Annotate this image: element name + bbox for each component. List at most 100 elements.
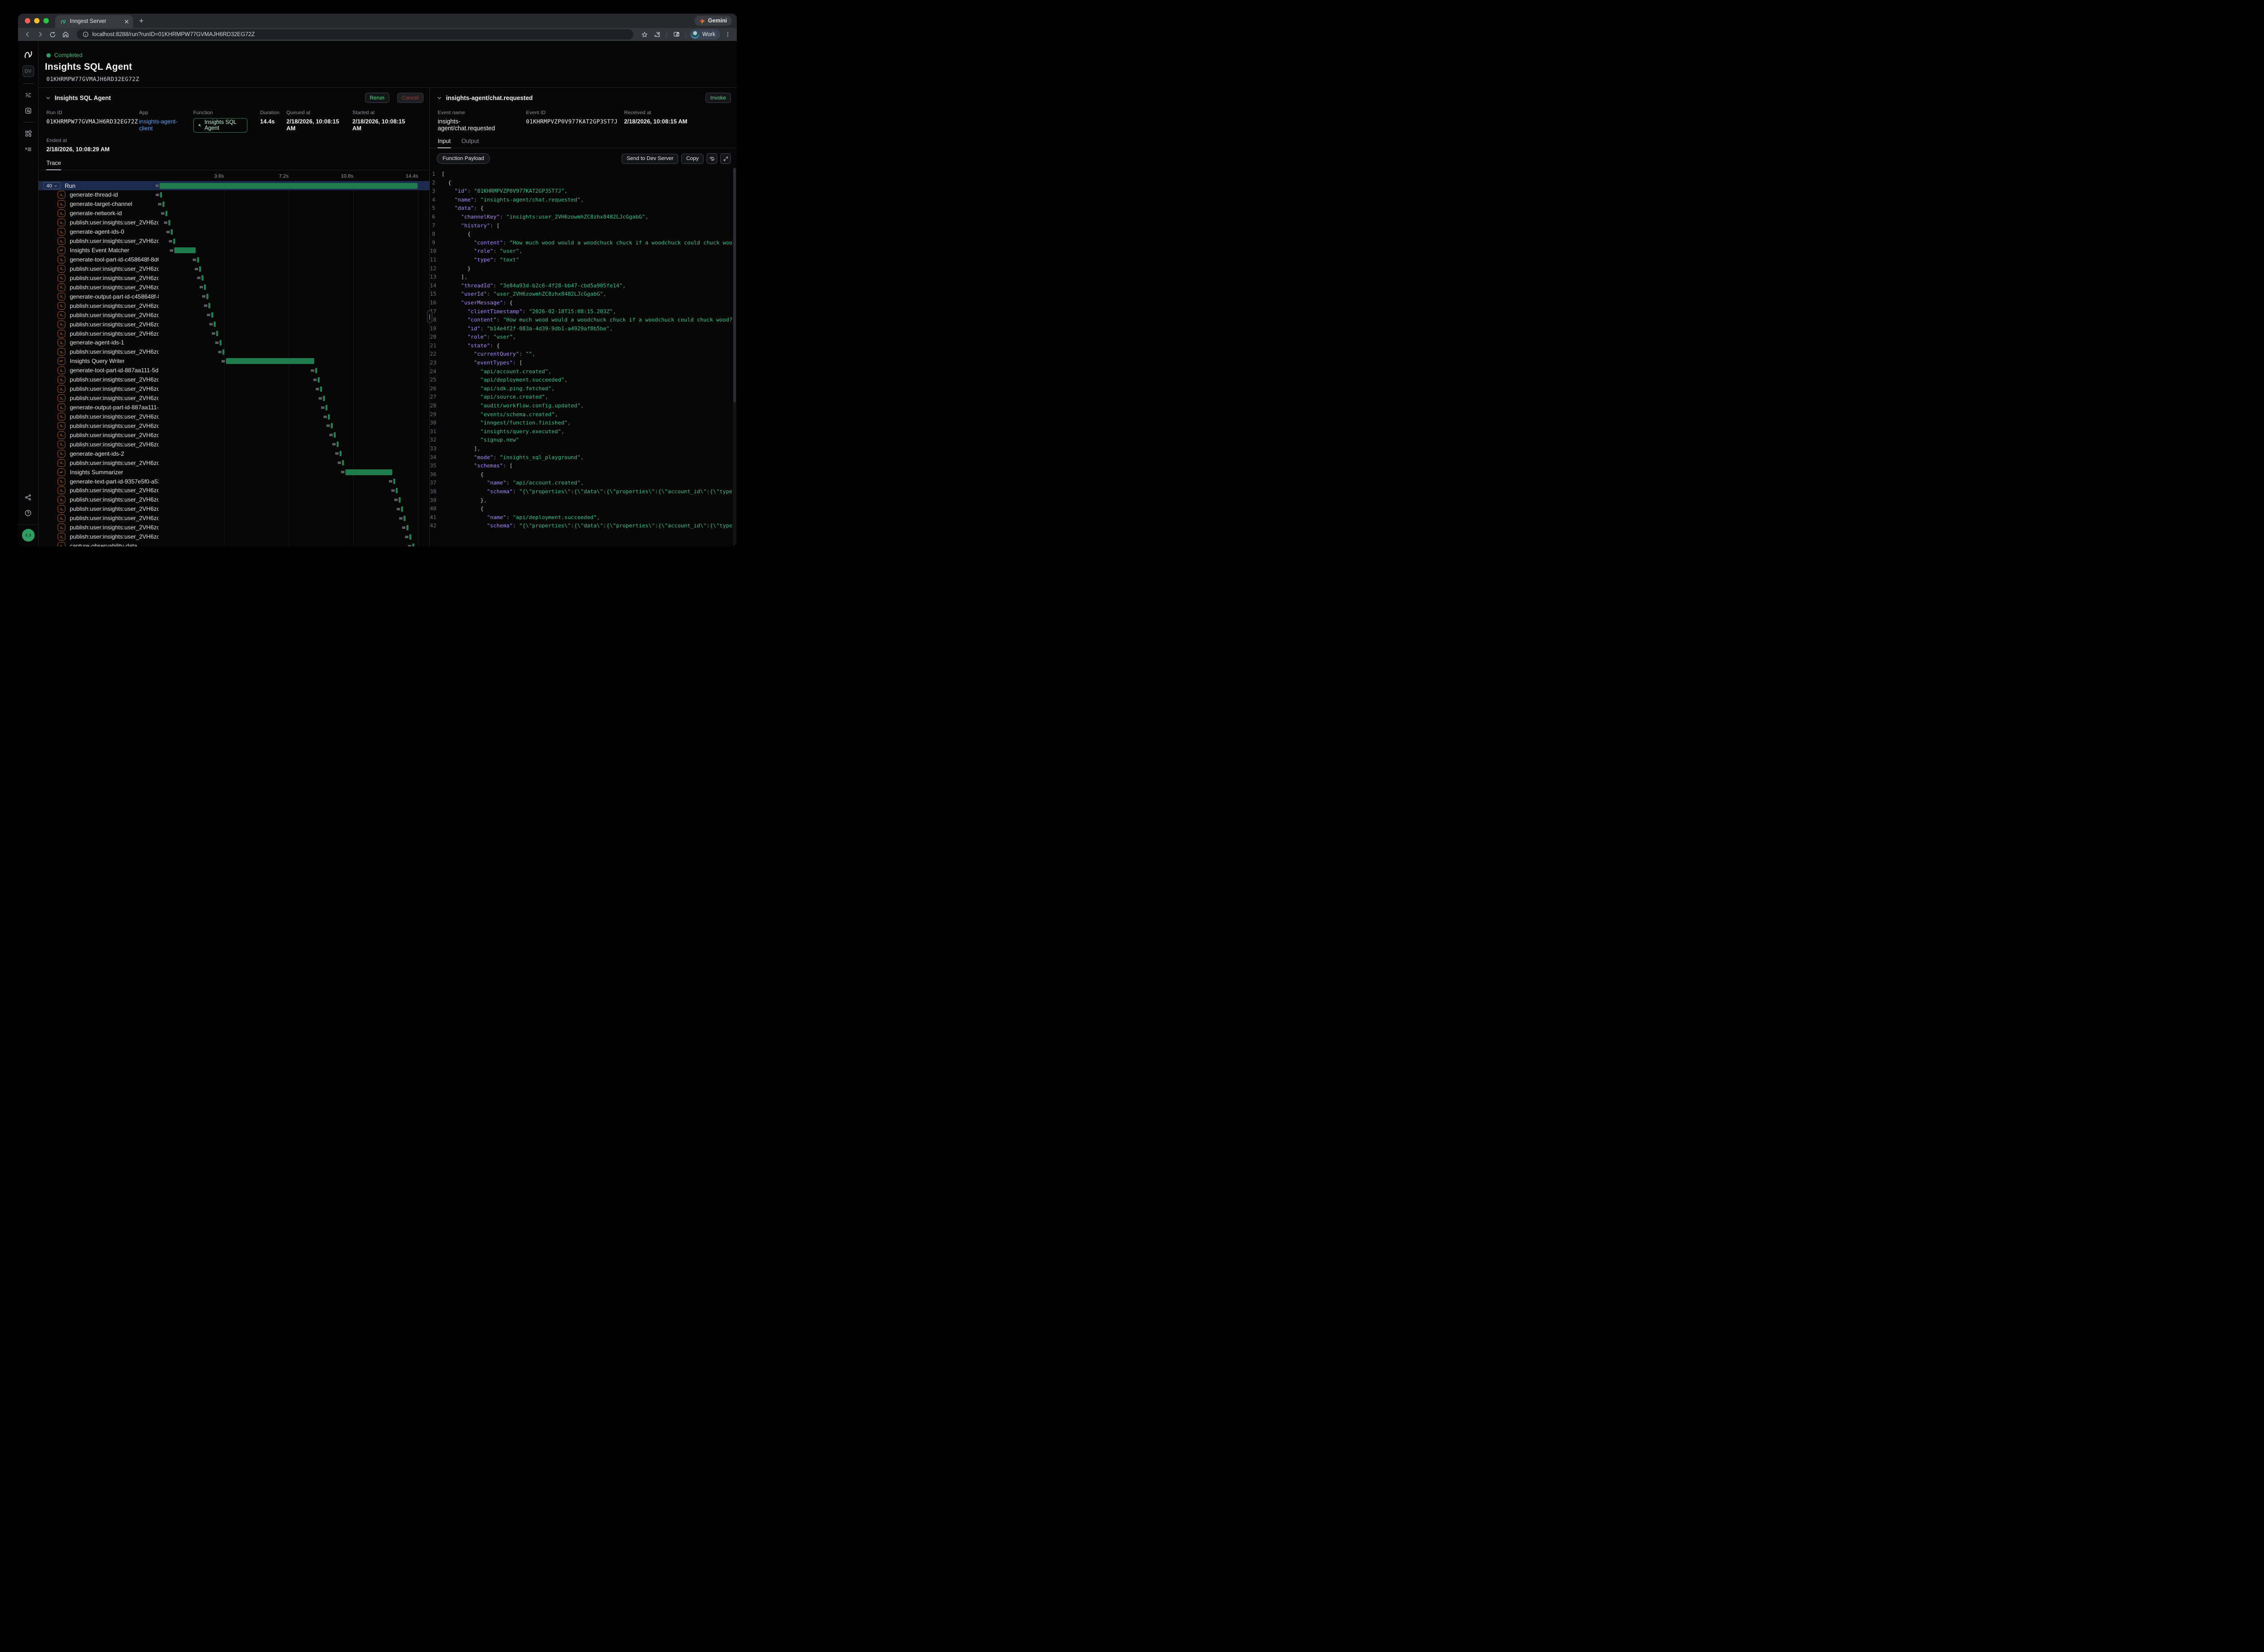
trace-row[interactable]: publish:user:insights:user_2VH6zowmh... xyxy=(39,347,429,357)
trace-row[interactable]: generate-agent-ids-2 xyxy=(39,449,429,458)
collapse-event-icon[interactable] xyxy=(437,95,442,101)
trace-row[interactable]: Insights Summarizer xyxy=(39,467,429,477)
runs-list-icon[interactable] xyxy=(22,89,35,101)
trace-row[interactable]: publish:user:insights:user_2VH6zowmh... xyxy=(39,495,429,504)
copy-button[interactable]: Copy xyxy=(681,154,704,164)
terminal-list-icon[interactable] xyxy=(22,143,35,156)
trace-row[interactable]: generate-network-id xyxy=(39,209,429,218)
rerun-button[interactable]: Rerun xyxy=(365,93,389,103)
function-pill[interactable]: Insights SQL Agent xyxy=(193,118,247,133)
trace-row[interactable]: Insights Event Matcher xyxy=(39,246,429,255)
event-search-icon[interactable] xyxy=(22,104,35,117)
trace-row[interactable]: generate-target-channel xyxy=(39,200,429,209)
home-icon[interactable] xyxy=(60,29,71,40)
function-payload-button[interactable]: Function Payload xyxy=(437,153,490,164)
trace-row[interactable]: publish:user:insights:user_2VH6zowmh... xyxy=(39,440,429,449)
word-wrap-icon[interactable] xyxy=(707,153,717,164)
trace-row[interactable]: generate-text-part-id-9357e5f0-a530-4... xyxy=(39,477,429,486)
pane-resize-handle[interactable] xyxy=(427,310,432,323)
trace-row[interactable]: publish:user:insights:user_2VH6zowmh... xyxy=(39,282,429,292)
trace-row[interactable]: generate-output-part-id-c458648f-8d6... xyxy=(39,292,429,301)
trace-row[interactable]: publish:user:insights:user_2VH6zowmh... xyxy=(39,237,429,246)
line-number: 12 xyxy=(430,264,442,273)
run-children-count[interactable]: 40 xyxy=(43,182,61,189)
trace-row[interactable]: publish:user:insights:user_2VH6zowmh... xyxy=(39,218,429,227)
code-line: 10 "role": "user", xyxy=(430,247,732,256)
step-step-icon xyxy=(58,376,65,383)
code-line: 7 "history": [ xyxy=(430,222,732,230)
run-row[interactable]: 40 Run xyxy=(39,181,429,190)
url-bar[interactable]: localhost:8288/run?runID=01KHRMPW77GVMAJ… xyxy=(77,29,633,40)
trace-rows: generate-thread-idgenerate-target-channe… xyxy=(39,190,429,546)
trace-row[interactable]: generate-tool-part-id-c458648f-8d60-... xyxy=(39,255,429,264)
trace-row[interactable]: publish:user:insights:user_2VH6zowmh... xyxy=(39,394,429,403)
line-number: 34 xyxy=(430,453,442,462)
cancel-button[interactable]: Cancel xyxy=(397,93,424,103)
trace-row[interactable]: publish:user:insights:user_2VH6zowmh... xyxy=(39,320,429,329)
dev-tools-button[interactable] xyxy=(22,529,35,542)
expand-icon[interactable] xyxy=(720,153,731,164)
trace-row[interactable]: publish:user:insights:user_2VH6zowmh... xyxy=(39,384,429,394)
gemini-badge[interactable]: Gemini xyxy=(694,16,732,26)
collapse-run-icon[interactable] xyxy=(45,95,51,101)
back-icon[interactable] xyxy=(22,29,33,40)
bookmark-star-icon[interactable] xyxy=(639,29,650,40)
apps-icon[interactable] xyxy=(22,127,35,140)
trace-row[interactable]: generate-output-part-id-887aa111-5d4e... xyxy=(39,403,429,412)
tab-trace[interactable]: Trace xyxy=(46,160,61,170)
close-window-icon[interactable] xyxy=(25,18,30,23)
inngest-logo-icon-sidebar[interactable] xyxy=(22,48,35,61)
duration-bar xyxy=(174,247,196,253)
queue-marker xyxy=(164,222,167,224)
axis-tick: 3.6s xyxy=(214,173,224,179)
trace-row[interactable]: publish:user:insights:user_2VH6zowmh... xyxy=(39,375,429,384)
trace-row[interactable]: publish:user:insights:user_2VH6zowmh... xyxy=(39,301,429,310)
trace-row[interactable]: publish:user:insights:user_2VH6zowmh... xyxy=(39,421,429,430)
reload-icon[interactable] xyxy=(47,29,58,40)
trace-row[interactable]: generate-thread-id xyxy=(39,190,429,200)
trace-row[interactable]: publish:user:insights:user_2VH6zowmh... xyxy=(39,504,429,514)
invoke-button[interactable]: Invoke xyxy=(706,93,731,103)
payload-code[interactable]: 1[2 {3 "id": "01KHRMPVZP0V977KAT2GP3ST7J… xyxy=(430,170,732,546)
line-number: 31 xyxy=(430,427,442,436)
trace-row[interactable]: publish:user:insights:user_2VH6zowmh... xyxy=(39,412,429,422)
new-tab-button[interactable]: + xyxy=(139,17,143,26)
trace-row[interactable]: publish:user:insights:user_2VH6zowmh... xyxy=(39,458,429,467)
tab-close-icon[interactable]: ✕ xyxy=(124,19,129,25)
minimize-window-icon[interactable] xyxy=(34,18,40,23)
send-to-dev-server-button[interactable]: Send to Dev Server xyxy=(622,154,678,164)
trace-row[interactable]: publish:user:insights:user_2VH6zowmh... xyxy=(39,273,429,282)
help-icon[interactable] xyxy=(22,506,35,519)
trace-row[interactable]: publish:user:insights:user_2VH6zowmh... xyxy=(39,310,429,320)
trace-row[interactable]: publish:user:insights:user_2VH6zowmh... xyxy=(39,329,429,338)
maximize-window-icon[interactable] xyxy=(43,18,49,23)
line-number: 19 xyxy=(430,324,442,333)
trace-row[interactable]: publish:user:insights:user_2VH6zowmh... xyxy=(39,264,429,274)
trace-row[interactable]: publish:user:insights:user_2VH6zowmh... xyxy=(39,486,429,495)
site-info-icon[interactable] xyxy=(82,31,89,38)
profile-chip[interactable]: Work xyxy=(690,29,720,40)
browser-menu-icon[interactable] xyxy=(722,29,733,40)
dev-server-badge[interactable]: DV xyxy=(22,65,34,77)
share-icon[interactable] xyxy=(22,491,35,504)
trace-row[interactable]: publish:user:insights:user_2VH6zowmh... xyxy=(39,523,429,532)
queue-marker xyxy=(313,379,317,381)
trace-row[interactable]: generate-agent-ids-1 xyxy=(39,338,429,347)
code-scrollbar[interactable] xyxy=(733,168,736,546)
window-controls[interactable] xyxy=(18,14,55,28)
trace-row[interactable]: Insights Query Writer xyxy=(39,357,429,366)
trace-row[interactable]: publish:user:insights:user_2VH6zowmh... xyxy=(39,532,429,542)
trace-row[interactable]: capture-observability-data xyxy=(39,542,429,546)
trace-row[interactable]: generate-tool-part-id-887aa111-5d4e-45..… xyxy=(39,366,429,375)
tab-input[interactable]: Input xyxy=(438,138,451,148)
app-link[interactable]: insights-agent-client xyxy=(139,118,181,132)
tab-output[interactable]: Output xyxy=(462,138,479,148)
url-text[interactable]: localhost:8288/run?runID=01KHRMPW77GVMAJ… xyxy=(92,32,255,38)
forward-icon[interactable] xyxy=(35,29,45,40)
browser-tab[interactable]: Inngest Server ✕ xyxy=(55,15,133,28)
sidebar-search-icon[interactable] xyxy=(671,29,682,40)
extensions-icon[interactable] xyxy=(652,29,663,40)
trace-row[interactable]: publish:user:insights:user_2VH6zowmh... xyxy=(39,430,429,440)
trace-row[interactable]: generate-agent-ids-0 xyxy=(39,227,429,237)
trace-row[interactable]: publish:user:insights:user_2VH6zowmh... xyxy=(39,514,429,523)
